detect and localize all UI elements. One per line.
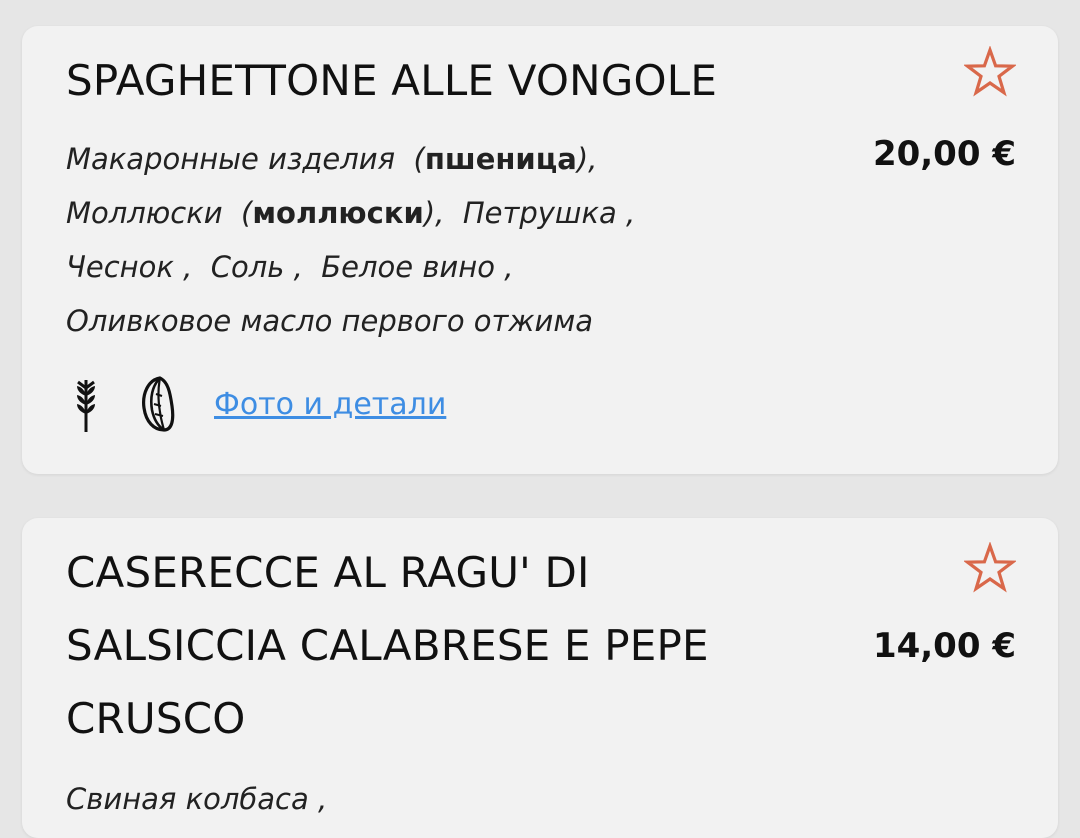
- favorite-star-icon[interactable]: [964, 542, 1016, 594]
- ingredients-list: Свиная колбаса ,: [66, 772, 766, 826]
- ingredient: Моллюски (моллюски),: [66, 196, 445, 230]
- ingredient: Чеснок ,: [66, 250, 193, 284]
- favorite-star-icon[interactable]: [964, 46, 1016, 98]
- photo-details-link[interactable]: Фото и детали: [214, 387, 446, 422]
- allergen-label: моллюски: [252, 196, 424, 230]
- shellfish-icon: [142, 376, 175, 432]
- menu-item-card: CASERECCE AL RAGU' DI SALSICCIA CALABRES…: [22, 518, 1058, 838]
- dish-price: 14,00 €: [872, 626, 1016, 666]
- ingredient: Оливковое масло первого отжима: [66, 304, 594, 338]
- wheat-icon: [77, 380, 95, 432]
- dish-title: SPAGHETTONE ALLE VONGOLE: [66, 56, 718, 105]
- dish-title-line: SALSICCIA CALABRESE E PEPE: [66, 621, 709, 670]
- allergen-icons-row: Фото и детали: [66, 372, 446, 436]
- dish-title-line: CASERECCE AL RAGU' DI: [66, 548, 590, 597]
- allergen-label: пшеница: [424, 142, 577, 176]
- ingredient: Петрушка ,: [462, 196, 636, 230]
- menu-item-card: SPAGHETTONE ALLE VONGOLE 20,00 € Макарон…: [22, 26, 1058, 474]
- ingredient: Свиная колбаса ,: [66, 782, 328, 816]
- ingredient: Макаронные изделия (пшеница),: [66, 142, 598, 176]
- dish-price: 20,00 €: [872, 134, 1016, 174]
- ingredients-list: Макаронные изделия (пшеница), Моллюски (…: [66, 132, 766, 348]
- ingredient: Белое вино ,: [321, 250, 514, 284]
- dish-title-line: CRUSCO: [66, 694, 246, 743]
- ingredient: Соль ,: [210, 250, 303, 284]
